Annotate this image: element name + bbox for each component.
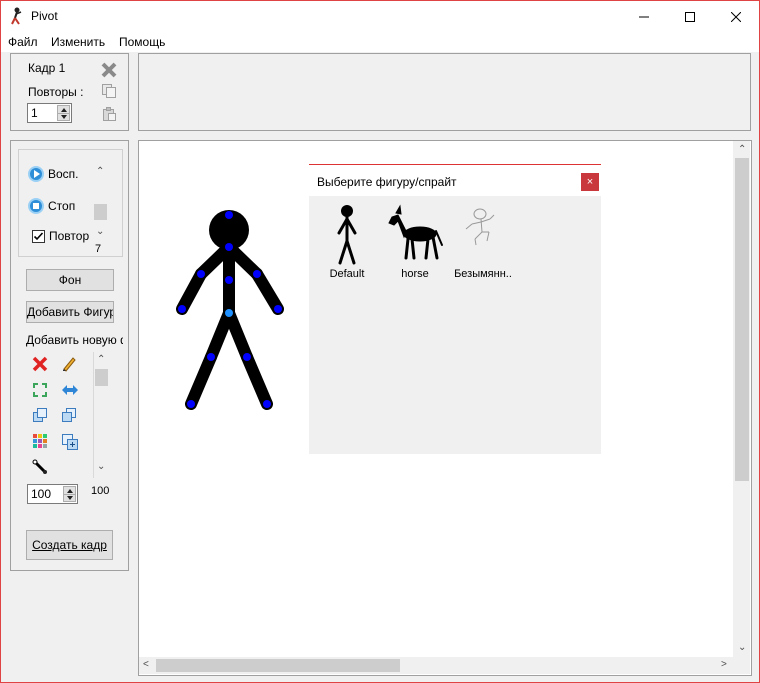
window-title: Pivot bbox=[31, 9, 58, 23]
stop-icon bbox=[28, 198, 44, 214]
paste-frame-icon[interactable] bbox=[101, 106, 117, 122]
vertical-scroll-thumb[interactable] bbox=[735, 158, 749, 481]
horizontal-scroll-thumb[interactable] bbox=[156, 659, 400, 672]
root-joint-handle[interactable] bbox=[225, 309, 233, 317]
main-window: Pivot Файл Изменить Помощь Кадр 1 Повтор… bbox=[0, 0, 760, 683]
stop-label: Стоп bbox=[48, 199, 76, 213]
sprite-label: horse bbox=[401, 268, 429, 280]
play-button[interactable]: Восп. bbox=[28, 166, 79, 182]
scale-label: 100 bbox=[91, 485, 110, 497]
chevron-up-icon[interactable]: ⌃ bbox=[738, 145, 746, 155]
chevron-down-icon[interactable]: ⌄ bbox=[738, 643, 746, 653]
stick-figure[interactable] bbox=[161, 196, 301, 416]
add-figure-button[interactable]: Добавить Фигуру bbox=[26, 301, 114, 323]
duplicate-figure-icon[interactable] bbox=[61, 433, 79, 451]
loop-label: Повтор bbox=[49, 229, 90, 243]
frame-label: Кадр 1 bbox=[28, 61, 66, 75]
joint-handle[interactable] bbox=[243, 353, 251, 361]
sprite-horse[interactable]: horse bbox=[380, 203, 450, 288]
stop-button[interactable]: Стоп bbox=[28, 198, 75, 214]
repeats-value: 1 bbox=[31, 106, 38, 120]
close-button[interactable] bbox=[713, 1, 759, 32]
unnamed-stick-figure-icon bbox=[465, 208, 495, 246]
scale-stepper[interactable]: 100 bbox=[27, 484, 78, 504]
maximize-icon bbox=[685, 11, 695, 22]
spinner-arrows[interactable] bbox=[63, 486, 76, 502]
bring-forward-icon[interactable] bbox=[32, 407, 48, 423]
chevron-up-icon[interactable]: ⌃ bbox=[96, 167, 104, 177]
dialog-title: Выберите фигуру/спрайт bbox=[317, 175, 457, 189]
menu-bar: Файл Изменить Помощь bbox=[1, 32, 759, 52]
chevron-down-icon[interactable]: ⌄ bbox=[97, 462, 105, 472]
menu-file[interactable]: Файл bbox=[8, 35, 38, 49]
dialog-close-button[interactable]: × bbox=[581, 173, 599, 191]
chevron-left-icon[interactable]: < bbox=[143, 660, 149, 670]
joint-tool-icon[interactable] bbox=[32, 459, 48, 475]
joint-handle[interactable] bbox=[197, 270, 205, 278]
speed-value: 7 bbox=[95, 243, 102, 255]
horse-icon bbox=[388, 204, 443, 260]
chevron-right-icon[interactable]: > bbox=[721, 660, 727, 670]
joint-handle[interactable] bbox=[225, 276, 233, 284]
joint-handle[interactable] bbox=[225, 243, 233, 251]
stickman-icon bbox=[337, 205, 357, 265]
minimize-icon bbox=[639, 16, 649, 17]
sprite-unnamed[interactable]: Безымянн.. bbox=[448, 203, 518, 288]
spinner-arrows[interactable] bbox=[57, 105, 70, 121]
play-icon bbox=[28, 166, 44, 182]
sprite-default[interactable]: Default bbox=[312, 203, 382, 288]
minimize-button[interactable] bbox=[621, 1, 667, 32]
tools-scrollbar-thumb[interactable] bbox=[95, 369, 108, 386]
scrollbar-corner bbox=[733, 657, 750, 674]
joint-handle[interactable] bbox=[187, 400, 195, 408]
joint-handle[interactable] bbox=[225, 211, 233, 219]
background-button[interactable]: Фон bbox=[26, 269, 114, 291]
repeats-stepper[interactable]: 1 bbox=[27, 103, 72, 123]
frames-timeline[interactable] bbox=[138, 53, 751, 131]
joint-handle[interactable] bbox=[253, 270, 261, 278]
shrink-figure-icon[interactable] bbox=[32, 382, 48, 398]
app-icon bbox=[11, 7, 22, 25]
dialog-title-bar[interactable]: Выберите фигуру/спрайт × bbox=[309, 165, 601, 196]
create-frame-button[interactable]: Создать кадр bbox=[26, 530, 113, 560]
title-bar[interactable]: Pivot bbox=[1, 1, 759, 32]
joint-handle[interactable] bbox=[178, 305, 186, 313]
maximize-button[interactable] bbox=[667, 1, 713, 32]
menu-help[interactable]: Помощь bbox=[119, 35, 165, 49]
checkbox-checked-icon bbox=[32, 229, 45, 243]
joint-handle[interactable] bbox=[274, 305, 282, 313]
play-label: Восп. bbox=[48, 167, 79, 181]
delete-figure-icon[interactable] bbox=[32, 356, 48, 372]
flip-figure-icon[interactable] bbox=[61, 382, 79, 398]
send-backward-icon[interactable] bbox=[61, 407, 77, 423]
delete-frame-icon[interactable] bbox=[101, 62, 117, 78]
sprite-label: Default bbox=[329, 268, 365, 280]
choose-sprite-dialog: Выберите фигуру/спрайт × Default horse Б… bbox=[309, 164, 601, 454]
speed-slider-thumb[interactable] bbox=[94, 204, 107, 220]
scale-value: 100 bbox=[31, 487, 52, 501]
menu-edit[interactable]: Изменить bbox=[51, 35, 105, 49]
repeats-label: Повторы : bbox=[28, 85, 84, 99]
edit-figure-icon[interactable] bbox=[61, 356, 77, 372]
joint-handle[interactable] bbox=[263, 400, 271, 408]
color-palette-icon[interactable] bbox=[32, 433, 48, 449]
chevron-down-icon[interactable]: ⌄ bbox=[96, 227, 104, 237]
chevron-up-icon[interactable]: ⌃ bbox=[97, 355, 105, 365]
joint-handle[interactable] bbox=[207, 353, 215, 361]
loop-checkbox[interactable]: Повтор bbox=[32, 229, 89, 243]
copy-frame-icon[interactable] bbox=[101, 83, 117, 99]
add-new-label: Добавить новую ф bbox=[26, 333, 123, 347]
sprite-label: Безымянн.. bbox=[454, 268, 512, 280]
close-icon bbox=[731, 11, 741, 22]
